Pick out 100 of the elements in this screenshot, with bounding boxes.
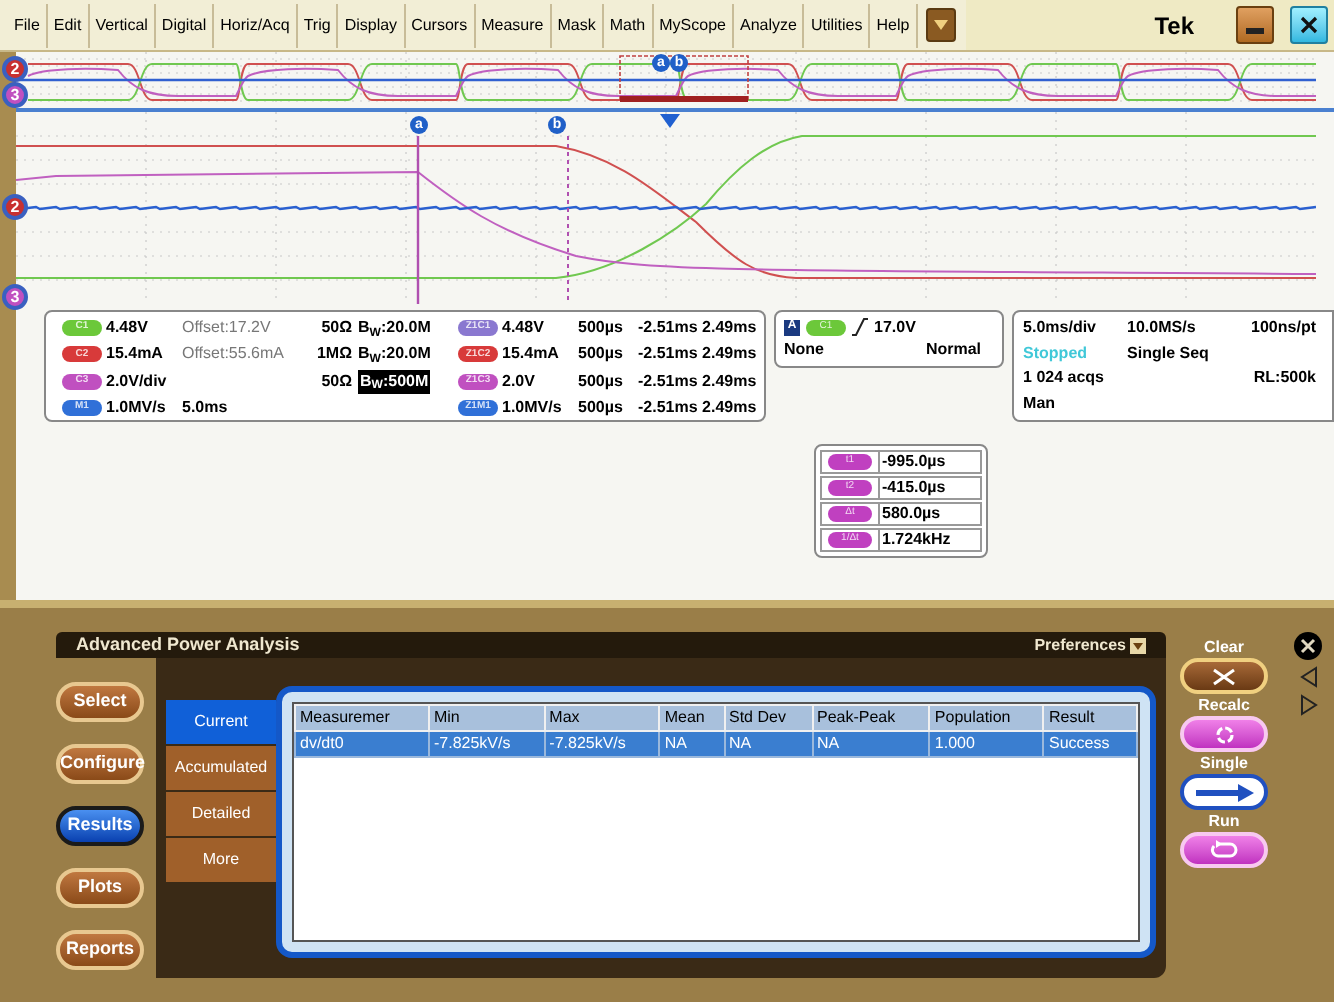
single-button[interactable]: [1180, 774, 1268, 810]
acquisition-value: 5.0ms/div: [1023, 316, 1098, 340]
menu-item[interactable]: Analyze: [733, 3, 805, 47]
readout-value: 15.4mA: [106, 342, 165, 367]
menu-item[interactable]: Display: [338, 3, 406, 47]
minimize-button[interactable]: [1236, 6, 1274, 44]
results-tab[interactable]: Accumulated: [166, 746, 276, 792]
column-header[interactable]: Max: [544, 705, 660, 731]
readout-value: 500µs: [578, 395, 625, 420]
cursor-value: 1.724kHz: [880, 528, 982, 552]
menu-item[interactable]: Edit: [47, 3, 90, 47]
menu-item[interactable]: MyScope: [653, 3, 734, 47]
side-button[interactable]: Reports: [56, 930, 144, 970]
clear-button[interactable]: [1180, 658, 1268, 694]
close-icon: [1300, 638, 1316, 654]
column-header[interactable]: Result: [1043, 705, 1137, 731]
readout-value: 1.0MV/s: [502, 395, 564, 420]
minimize-icon: [1246, 28, 1264, 34]
rising-edge-icon: [852, 318, 868, 336]
results-tab[interactable]: More: [166, 838, 276, 884]
control-label: Clear: [1203, 636, 1244, 658]
menu-item[interactable]: Horiz/Acq: [214, 3, 298, 47]
readout-value: 5.0ms: [182, 395, 230, 420]
menu-item[interactable]: Vertical: [89, 3, 156, 47]
control-label: Run: [1208, 810, 1240, 832]
panel-title: Advanced Power Analysis: [76, 631, 300, 658]
readout-value: 500µs: [578, 369, 625, 394]
channel-marker[interactable]: 2: [2, 194, 28, 220]
recalc-button[interactable]: [1180, 716, 1268, 752]
table-cell: dv/dt0: [295, 731, 429, 757]
readout-value: Offset:55.6mA: [182, 342, 286, 367]
channel-marker[interactable]: 3: [2, 284, 28, 310]
table-cell: NA: [724, 731, 812, 757]
readout-value: 1.0MV/s: [106, 395, 168, 420]
readout-value: 4.48V: [502, 316, 546, 340]
table-cell: Success: [1043, 731, 1137, 757]
cursor-line[interactable]: [416, 136, 420, 304]
acquisition-value: Man: [1023, 391, 1058, 416]
caret-icon: [933, 20, 948, 30]
menu-item[interactable]: File: [8, 3, 48, 47]
preferences-dropdown[interactable]: Preferences: [1034, 633, 1146, 657]
bandwidth-value: B$_{W}$:20.0M: [358, 342, 431, 367]
acquisition-value: 1 024 acqs: [1023, 366, 1107, 391]
cursor-line[interactable]: [567, 135, 569, 304]
cursor-value: 580.0µs: [880, 502, 982, 526]
table-cell: 1.000: [929, 731, 1044, 757]
trigger-position-icon: [660, 114, 680, 128]
control-label: Single: [1199, 752, 1248, 774]
side-button[interactable]: Plots: [56, 868, 144, 908]
cursor-value: -415.0µs: [880, 476, 982, 500]
close-button[interactable]: [1290, 6, 1328, 44]
side-button[interactable]: Configure: [56, 744, 144, 784]
run-button[interactable]: [1180, 832, 1268, 868]
loop-icon: [1210, 840, 1238, 860]
table-cell: -7.825kV/s: [544, 731, 660, 757]
table-cell: NA: [659, 731, 724, 757]
menu-item[interactable]: Measure: [475, 3, 552, 47]
side-button[interactable]: Select: [56, 682, 144, 722]
side-button[interactable]: Results: [56, 806, 144, 846]
trigger-mode: Normal: [925, 338, 982, 360]
bandwidth-value: B$_{W}$:20.0M: [358, 316, 431, 340]
next-arrow-button[interactable]: [1299, 694, 1317, 716]
menu-item[interactable]: Utilities: [804, 3, 871, 47]
readout-value: 500µs: [578, 316, 625, 340]
dropdown-button[interactable]: [925, 8, 956, 42]
menu-item[interactable]: Cursors: [405, 3, 476, 47]
results-tab[interactable]: Current: [166, 700, 276, 746]
acquisition-value: RL:500k: [1251, 366, 1318, 391]
column-header[interactable]: Measuremer: [295, 705, 429, 731]
cross-icon: [1212, 667, 1236, 685]
caret-icon: [1130, 637, 1146, 653]
column-header[interactable]: Population: [929, 705, 1044, 731]
control-label: Recalc: [1198, 694, 1250, 716]
column-header[interactable]: Mean: [659, 705, 724, 731]
bandwidth-value: B$_{W}$:500M: [358, 369, 431, 394]
menu-item[interactable]: Digital: [155, 3, 215, 47]
column-header[interactable]: Std Dev: [724, 705, 812, 731]
readout-value: Offset:17.2V: [182, 316, 273, 340]
menu-item[interactable]: Mask: [551, 3, 604, 47]
menu-item[interactable]: Math: [603, 3, 654, 47]
readout-value: 50Ω: [319, 316, 354, 340]
logo: Tek: [1154, 9, 1194, 43]
right-arrow-icon: [1194, 783, 1254, 801]
acquisition-value: 100ns/pt: [1251, 316, 1318, 340]
results-tab[interactable]: Detailed: [166, 792, 276, 838]
channel-marker[interactable]: 3: [2, 82, 28, 108]
readout-value: -2.51ms 2.49ms: [638, 316, 757, 340]
close-button[interactable]: [1294, 632, 1322, 660]
column-header[interactable]: Peak-Peak: [812, 705, 930, 731]
menu-item[interactable]: Trig: [297, 3, 339, 47]
previous-arrow-button[interactable]: [1299, 666, 1317, 688]
readout-value: 500µs: [578, 342, 625, 367]
acquisition-value: 10.0MS/s: [1127, 316, 1198, 340]
readout-value: 15.4mA: [502, 342, 561, 367]
readout-value: 2.0V: [502, 369, 537, 394]
readout-value: 50Ω: [319, 369, 354, 394]
readout-value: -2.51ms 2.49ms: [638, 369, 757, 394]
menu-item[interactable]: Help: [870, 3, 918, 47]
column-header[interactable]: Min: [428, 705, 545, 731]
acquisition-value: Single Seq: [1127, 341, 1211, 366]
